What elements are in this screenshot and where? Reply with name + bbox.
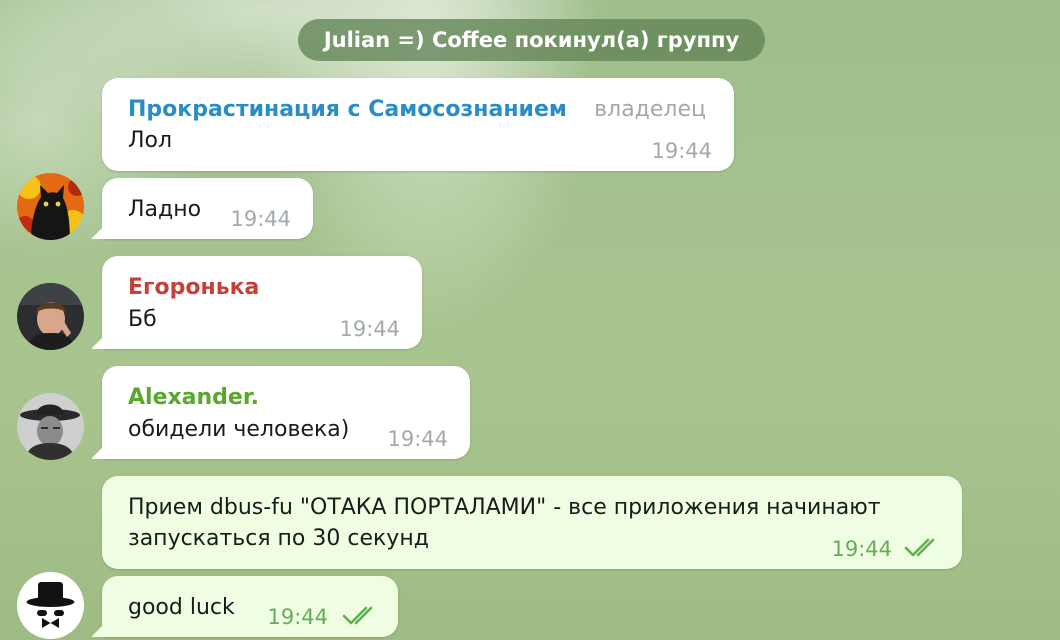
- sender-name[interactable]: Alexander.: [128, 382, 259, 413]
- message-text: Бб: [128, 307, 157, 332]
- message-time: 19:44: [387, 427, 448, 451]
- message-time: 19:44: [831, 537, 892, 561]
- service-message: Julian =) Coffee покинул(а) группу: [298, 19, 765, 61]
- read-double-check-icon: [342, 606, 373, 625]
- message-time: 19:44: [339, 317, 400, 341]
- message-bubble[interactable]: Ладно 19:44: [102, 178, 313, 239]
- message-bubble[interactable]: Прокрастинация с Самосознанием владелец …: [102, 78, 734, 171]
- message-text-line-2: запускаться по 30 секунд: [128, 526, 429, 551]
- message-time: 19:44: [651, 139, 712, 163]
- message-text: Лол: [128, 128, 173, 153]
- cowboy-avatar[interactable]: [17, 393, 84, 460]
- cat-avatar[interactable]: [17, 173, 84, 240]
- admin-role-label: владелец: [594, 97, 706, 122]
- message-time: 19:44: [267, 605, 328, 629]
- message-bubble-outgoing[interactable]: good luck 19:44: [102, 576, 398, 637]
- person-avatar[interactable]: [17, 283, 84, 350]
- sender-name[interactable]: Прокрастинация с Самосознанием: [128, 94, 567, 125]
- sender-name[interactable]: Егоронька: [128, 272, 259, 303]
- read-double-check-icon: [904, 538, 935, 557]
- message-bubble[interactable]: Alexander. обидели человека) 19:44: [102, 366, 470, 459]
- message-time: 19:44: [230, 207, 291, 231]
- message-bubble[interactable]: Егоронька Бб 19:44: [102, 256, 422, 349]
- message-bubble-outgoing[interactable]: Прием dbus-fu "ОТАКА ПОРТАЛАМИ" - все пр…: [102, 476, 962, 569]
- message-text: обидели человека): [128, 417, 350, 442]
- gentleman-avatar[interactable]: [17, 572, 84, 639]
- message-text: Прием dbus-fu "ОТАКА ПОРТАЛАМИ" - все пр…: [128, 495, 881, 520]
- message-text: Ладно: [128, 197, 202, 222]
- message-text: good luck: [128, 595, 235, 620]
